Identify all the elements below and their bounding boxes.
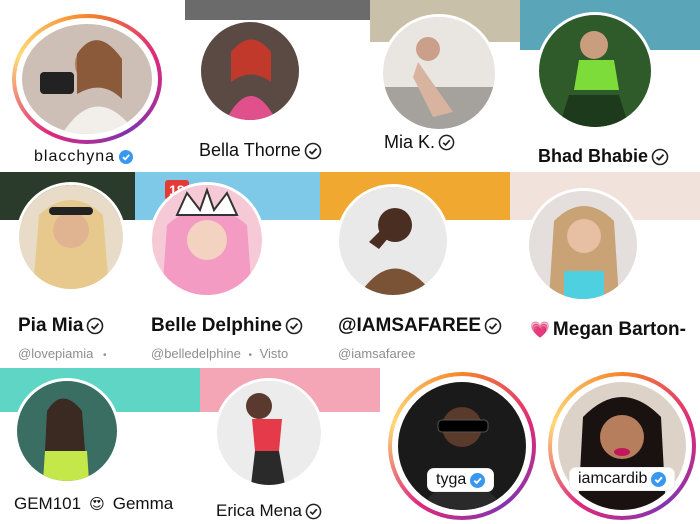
profile-name: Bella Thorne [199, 140, 322, 161]
username-label: blacchyna [34, 148, 134, 166]
verified-badge-icon [87, 317, 104, 335]
profile-handle[interactable]: @lovepiamia [18, 346, 93, 361]
avatar[interactable] [336, 184, 450, 298]
profile-card-iamcardib[interactable]: iamcardib [542, 368, 700, 524]
profile-card-gem101[interactable]: GEM101 😍 Gemma [0, 368, 200, 524]
status-text: Visto [259, 346, 289, 361]
username: tyga [436, 471, 467, 488]
avatar[interactable] [22, 24, 152, 134]
profile-card-mia-k[interactable]: Mia K. [370, 0, 520, 172]
verified-badge-icon [119, 150, 134, 164]
profile-card-pia-mia[interactable]: Pia Mia @lovepiamia • [0, 172, 135, 368]
profile-card-bhad-bhabie[interactable]: Bhad Bhabie [520, 0, 700, 172]
profile-handle-line: @lovepiamia • [18, 346, 106, 361]
verified-badge-icon [651, 148, 669, 165]
avatar[interactable] [558, 382, 686, 510]
profile-banner [185, 0, 370, 20]
profile-card-blacchyna[interactable]: blacchyna [0, 0, 185, 172]
verified-badge-icon [305, 503, 322, 519]
heart-emoji-icon: 💗 [530, 322, 550, 339]
profile-handle[interactable]: @iamsafaree [338, 346, 416, 361]
verified-badge-icon [470, 472, 486, 488]
profile-name: 💗 Megan Barton- [530, 319, 686, 340]
avatar[interactable] [214, 378, 324, 488]
verified-badge-icon [304, 142, 322, 159]
username: blacchyna [34, 148, 116, 165]
avatar[interactable] [526, 188, 640, 302]
separator-dot: • [248, 350, 252, 361]
verified-badge-icon [285, 317, 303, 335]
profile-name: Pia Mia [18, 315, 104, 337]
username-label: iamcardib [570, 468, 675, 490]
verified-badge-icon [438, 134, 455, 151]
profile-card-megan-barton[interactable]: 💗 Megan Barton- [510, 172, 700, 368]
profile-card-tyga[interactable]: tyga [380, 368, 542, 524]
avatar[interactable] [199, 20, 301, 122]
profile-name: Bhad Bhabie [538, 146, 669, 167]
username: iamcardib [578, 470, 648, 487]
profile-handle-line: @belledelphine • Visto [151, 346, 288, 361]
profile-name: Mia K. [384, 132, 455, 153]
profile-name: @IAMSAFAREE [338, 315, 502, 337]
profile-name: Belle Delphine [151, 315, 303, 337]
profile-card-erica-mena[interactable]: Erica Mena [200, 368, 380, 524]
avatar[interactable] [16, 182, 126, 292]
avatar[interactable] [536, 12, 654, 130]
profile-card-bella-thorne[interactable]: Bella Thorne [185, 0, 370, 172]
profile-handle[interactable]: @belledelphine [151, 346, 241, 361]
profile-card-iamsafaree[interactable]: @IAMSAFAREE @iamsafaree [320, 172, 510, 368]
profile-card-belle-delphine[interactable]: 18 Belle Delphine @belledelphine • Visto [135, 172, 320, 368]
verified-badge-icon [484, 317, 502, 335]
verified-badge-icon [651, 471, 667, 487]
username-label: tyga [428, 469, 494, 491]
profile-name: GEM101 😍 Gemma [14, 494, 174, 513]
heart-eyes-emoji-icon: 😍 [89, 496, 105, 513]
avatar[interactable] [149, 182, 265, 298]
separator-dot: • [102, 350, 107, 361]
avatar[interactable] [14, 378, 120, 484]
profile-name: Erica Mena [216, 501, 322, 521]
avatar[interactable] [380, 14, 498, 132]
